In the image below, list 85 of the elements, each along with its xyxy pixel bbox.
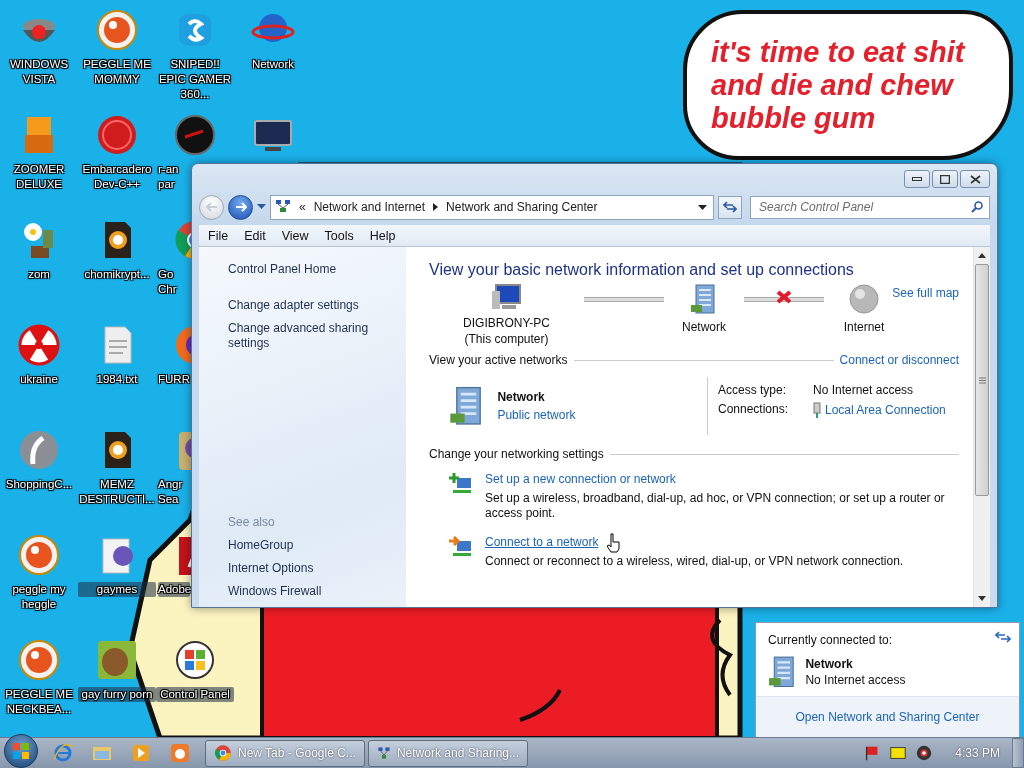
- windows-logo-icon: [12, 742, 30, 760]
- connections-label: Connections:: [718, 402, 790, 418]
- flyout-heading: Currently connected to:: [768, 633, 893, 647]
- access-type-label: Access type:: [718, 383, 788, 397]
- network-name: Network: [497, 390, 546, 404]
- overflow-chevron[interactable]: «: [299, 200, 306, 214]
- breadcrumb-item[interactable]: Network and Internet: [313, 200, 426, 214]
- node-label[interactable]: Network: [682, 319, 726, 335]
- forward-button[interactable]: [228, 194, 253, 220]
- see-full-map-link[interactable]: See full map: [892, 286, 959, 300]
- scroll-thumb[interactable]: [975, 264, 989, 496]
- task-description: Connect or reconnect to a wireless, wired, dial-up, or VPN network connection.: [485, 554, 905, 569]
- node-label[interactable]: DIGIBRONY-PC: [463, 315, 550, 331]
- address-bar[interactable]: « Network and Internet Network and Sharing Center: [270, 194, 714, 220]
- close-icon: [969, 174, 981, 184]
- start-button[interactable]: [4, 734, 38, 768]
- ball-icon[interactable]: [17, 533, 61, 577]
- section-heading: Change your networking settings: [429, 447, 604, 461]
- scroll-up-icon[interactable]: [978, 253, 986, 258]
- menu-item[interactable]: Tools: [319, 228, 359, 243]
- sidebar-link[interactable]: Windows Firewall: [228, 584, 406, 599]
- page-heading: View your basic network information and set up connections: [429, 261, 855, 279]
- scrollbar[interactable]: [973, 247, 990, 607]
- maximize-button[interactable]: [932, 170, 958, 188]
- refresh-button[interactable]: [718, 195, 742, 219]
- task-link[interactable]: Set up a new connection or network: [485, 472, 955, 486]
- media-player-icon: [131, 743, 151, 763]
- bubble-text: it's time to eat shit and die and chew bubble gum: [711, 35, 967, 135]
- refresh-icon[interactable]: [995, 631, 1011, 643]
- close-button[interactable]: [960, 170, 990, 188]
- network-name: Network: [805, 656, 854, 671]
- control-panel-icon[interactable]: [173, 638, 217, 682]
- sidebar-link[interactable]: Change advanced sharing settings: [228, 321, 406, 351]
- breadcrumb-arrow-icon[interactable]: [433, 203, 439, 211]
- icon-label[interactable]: gaymes: [78, 582, 156, 597]
- node-label[interactable]: Internet: [843, 319, 885, 335]
- speaker-icon[interactable]: [915, 744, 934, 762]
- forward-arrow-icon: [234, 202, 247, 212]
- scroll-down-icon[interactable]: [978, 596, 986, 601]
- minimize-icon: [912, 176, 922, 182]
- globe-icon: [848, 283, 880, 315]
- see-also-heading: See also: [228, 515, 276, 529]
- ethernet-icon: [813, 402, 821, 418]
- network-icon: [275, 199, 291, 215]
- dropdown-icon[interactable]: [698, 204, 707, 210]
- ball-icon[interactable]: [17, 638, 61, 682]
- menu-item[interactable]: Edit: [239, 228, 271, 243]
- menu-item[interactable]: View: [276, 228, 314, 243]
- maximize-icon: [940, 174, 950, 184]
- search-box[interactable]: Search Control Panel: [750, 195, 990, 219]
- connect-disconnect-link[interactable]: Connect or disconnect: [839, 353, 959, 367]
- browser-icon: [53, 743, 73, 763]
- grip-icon: [978, 376, 986, 384]
- window-icon[interactable]: [889, 744, 908, 762]
- browser-icon: [214, 744, 232, 762]
- cross-icon: [776, 290, 792, 304]
- building-icon: [690, 283, 718, 315]
- ball-icon[interactable]: [95, 8, 139, 52]
- sidebar-link[interactable]: HomeGroup: [228, 538, 406, 553]
- search-icon[interactable]: [971, 201, 983, 213]
- icon-label[interactable]: Control Panel: [156, 687, 234, 702]
- game-box-icon[interactable]: [95, 638, 139, 682]
- sidebar-link[interactable]: Control Panel Home: [228, 262, 406, 277]
- sidebar-link[interactable]: Internet Options: [228, 561, 406, 576]
- network-icon: [377, 744, 391, 762]
- refresh-icon: [723, 201, 737, 213]
- sidebar-link[interactable]: Change adapter settings: [228, 298, 406, 313]
- disc-icon[interactable]: [173, 113, 217, 157]
- menu-item[interactable]: File: [203, 228, 234, 243]
- section-heading: View your active networks: [429, 353, 568, 367]
- network-type-link[interactable]: Public network: [497, 408, 576, 422]
- back-arrow-icon: [205, 202, 218, 212]
- connection-link[interactable]: Local Area Connection: [825, 403, 946, 417]
- hand-cursor-icon: [607, 533, 621, 553]
- access-type-value: No Internet access: [813, 383, 915, 397]
- task-description: Set up a wireless, broadband, dial-up, ad hoc, or VPN connection; or set up a router or access point.: [485, 491, 946, 521]
- caret-icon[interactable]: [257, 204, 266, 210]
- minimize-button[interactable]: [904, 170, 930, 188]
- radiation-icon[interactable]: [17, 323, 61, 367]
- node-sublabel: (This computer): [464, 331, 549, 347]
- icon-label[interactable]: gay furry porn: [78, 687, 156, 702]
- menu-item[interactable]: Help: [364, 228, 401, 243]
- task-link[interactable]: Connect to a network: [485, 535, 955, 549]
- breadcrumb-item[interactable]: Network and Sharing Center: [446, 200, 598, 214]
- network-status: No Internet access: [805, 672, 906, 687]
